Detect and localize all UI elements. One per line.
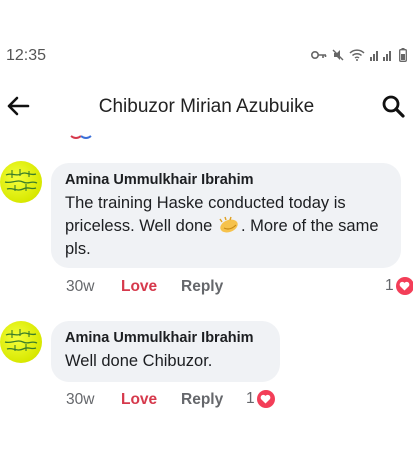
love-button[interactable]: Love <box>121 278 181 296</box>
heart-icon <box>395 277 413 295</box>
comment-text: Well done Chibuzor. <box>65 352 213 370</box>
heart-icon <box>256 390 275 408</box>
mute-icon <box>332 49 344 61</box>
love-button[interactable]: Love <box>121 391 181 409</box>
status-icons <box>311 48 407 62</box>
comment-bubble: Amina Ummulkhair Ibrahim Well done Chibu… <box>51 321 280 382</box>
comment-actions: 30w Love Reply <box>66 278 223 296</box>
comment-text: The training Haske conducted today is pr… <box>65 192 387 261</box>
signal-icon <box>370 51 391 61</box>
search-icon[interactable] <box>381 94 405 118</box>
comment-timestamp: 30w <box>66 391 95 408</box>
reaction-count-number: 1 <box>385 277 394 294</box>
reply-button[interactable]: Reply <box>181 391 223 409</box>
avatar[interactable] <box>0 161 42 203</box>
reaction-count-number: 1 <box>246 390 255 407</box>
calligraphy-avatar-icon <box>4 169 38 191</box>
reaction-count[interactable]: 1 <box>246 390 275 408</box>
wifi-icon <box>349 49 365 61</box>
comment-timestamp: 30w <box>66 278 95 295</box>
comment-author[interactable]: Amina Ummulkhair Ibrahim <box>65 330 266 346</box>
status-bar <box>0 0 413 40</box>
status-time: 12:35 <box>6 47 47 64</box>
avatar[interactable] <box>0 321 42 363</box>
key-icon <box>311 51 327 59</box>
reaction-icons-partial <box>70 135 92 139</box>
battery-icon <box>399 48 407 62</box>
reaction-count[interactable]: 1 <box>385 277 413 295</box>
page-title: Chibuzor Mirian Azubuike <box>98 96 315 117</box>
clapping-hands-icon <box>219 216 238 233</box>
comment-actions: 30w Love Reply <box>66 391 223 409</box>
comment-bubble: Amina Ummulkhair Ibrahim The training Ha… <box>51 163 401 268</box>
calligraphy-avatar-icon <box>4 329 38 351</box>
reply-button[interactable]: Reply <box>181 278 223 296</box>
comment-author[interactable]: Amina Ummulkhair Ibrahim <box>65 172 387 188</box>
